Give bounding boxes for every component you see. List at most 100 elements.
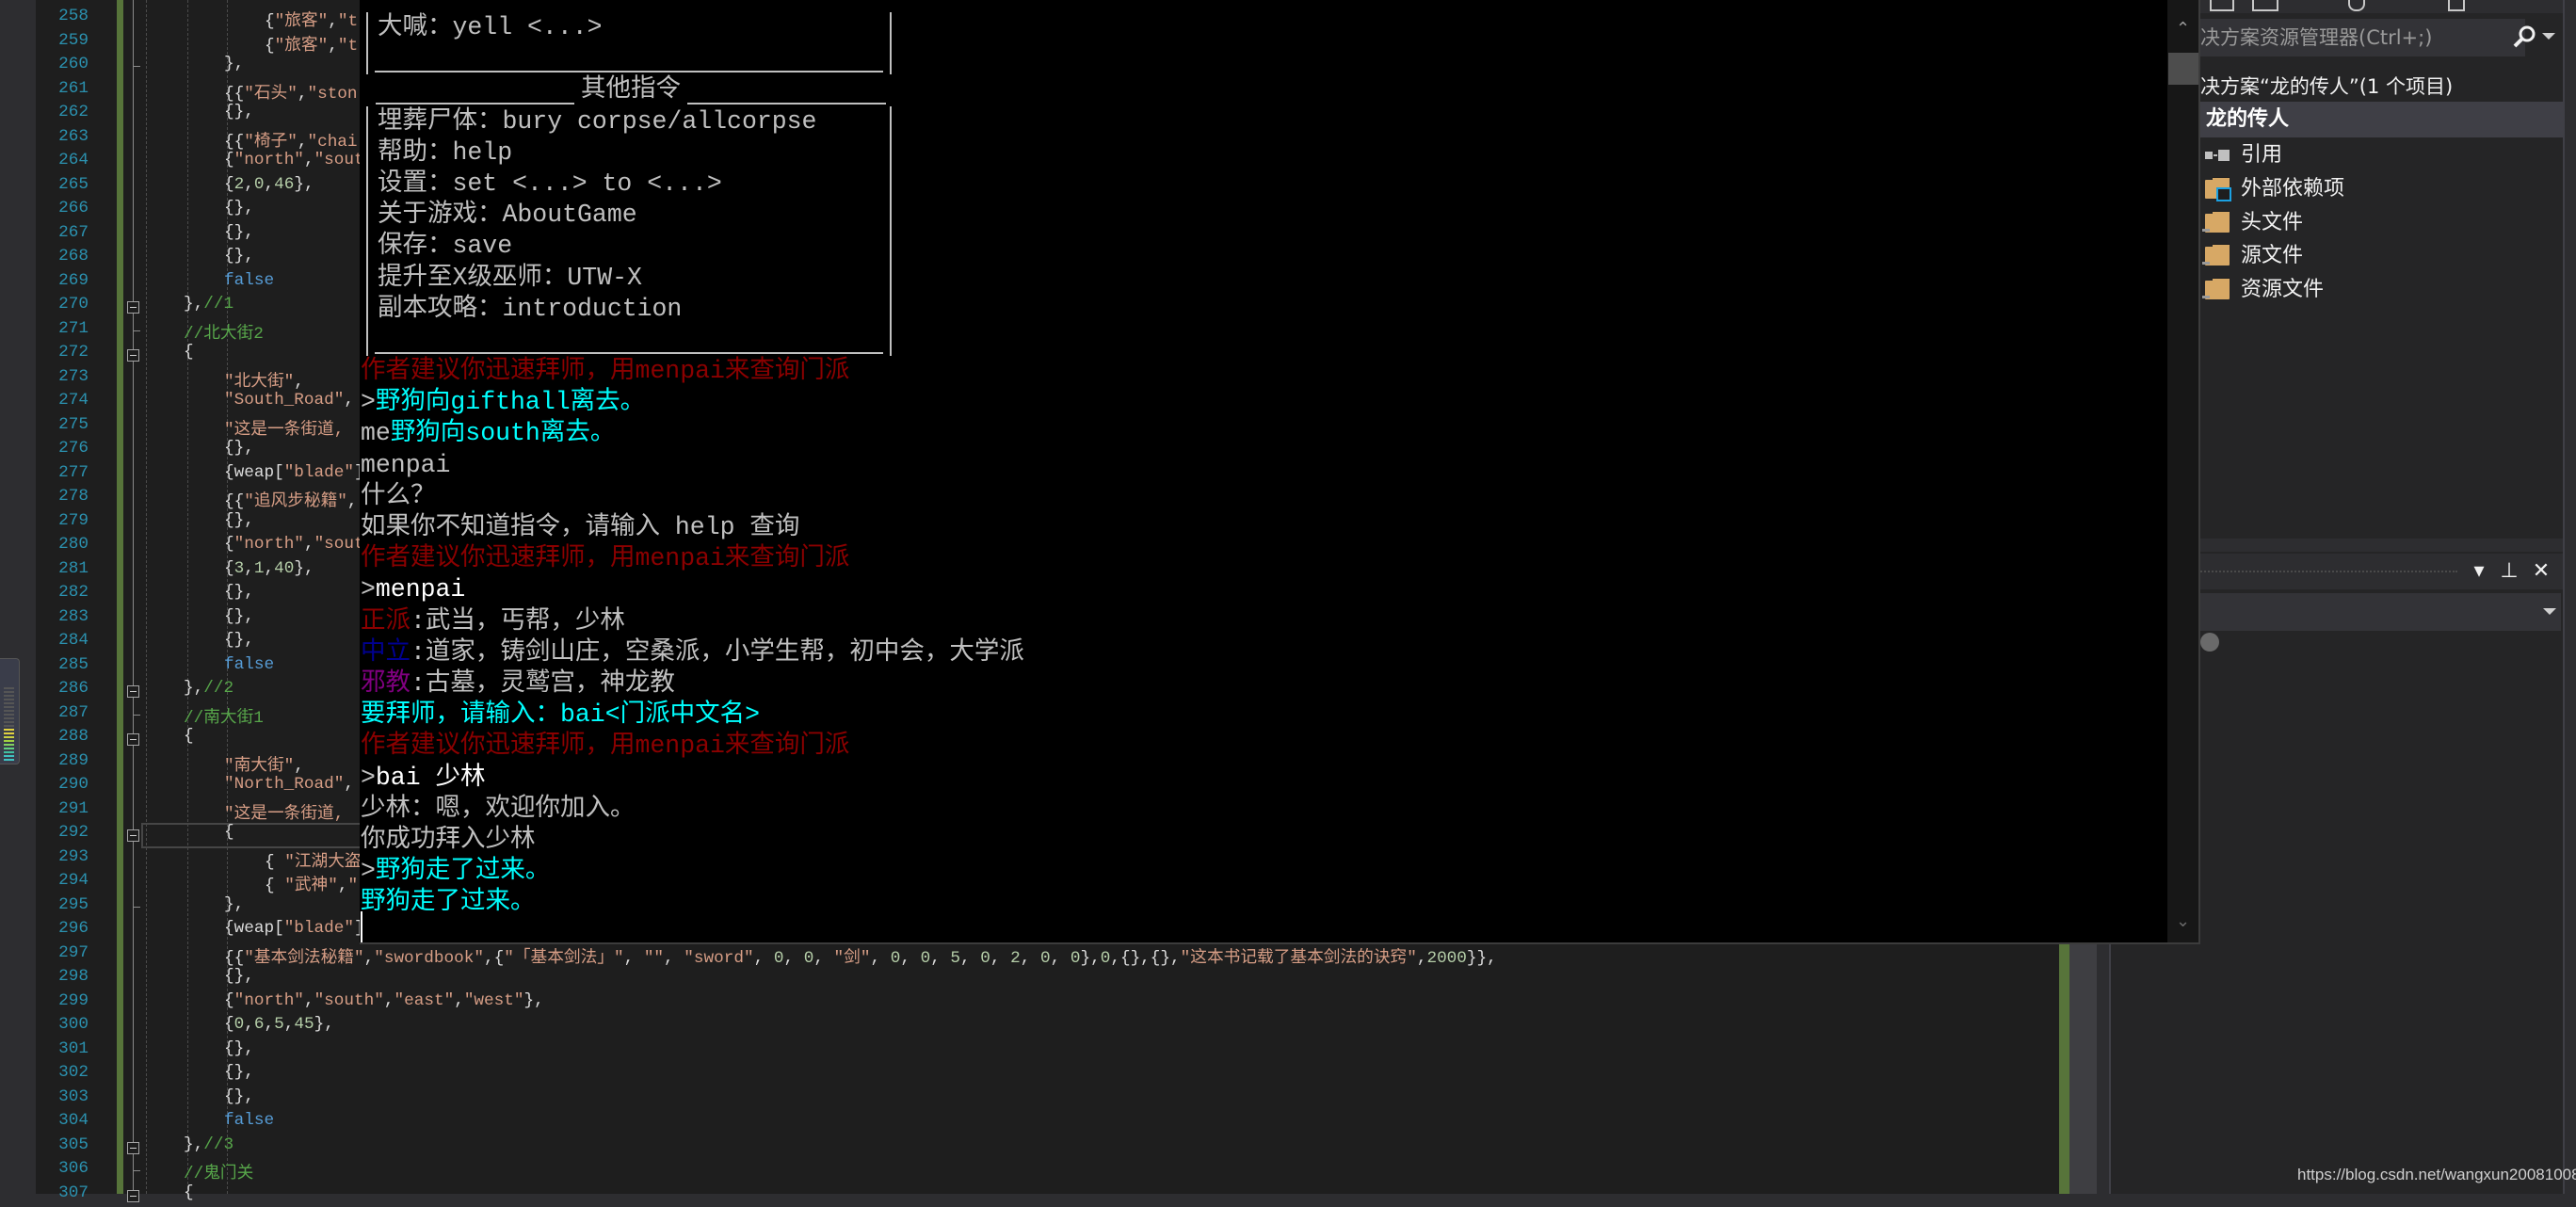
collapse-toggle-icon[interactable] (127, 1142, 139, 1154)
code-text[interactable]: {"north","sout (224, 535, 364, 554)
console-scroll-thumb[interactable] (2168, 53, 2198, 85)
tree-item-references[interactable]: 引用 (2203, 138, 2561, 172)
code-text[interactable]: {}, (224, 631, 254, 650)
refresh-icon[interactable] (2348, 0, 2365, 11)
collapse-toggle-icon[interactable] (127, 733, 139, 746)
code-token: }, (224, 895, 244, 914)
code-text[interactable]: {}, (224, 247, 254, 266)
close-icon[interactable]: ✕ (2529, 558, 2553, 585)
collapse-all-icon[interactable] (2448, 0, 2465, 11)
pin-icon[interactable]: ⊥ (2497, 558, 2521, 585)
tree-item-source-files[interactable]: 源文件 (2203, 239, 2561, 273)
code-token: , (304, 991, 314, 1010)
line-number: 265 (36, 175, 89, 194)
collapse-toggle-icon[interactable] (127, 1190, 139, 1202)
code-text[interactable]: {"north","south","east","west"}, (224, 991, 544, 1010)
code-text[interactable]: },//2 (184, 679, 233, 698)
code-text[interactable]: {}, (224, 439, 254, 458)
code-text[interactable]: {}, (224, 511, 254, 530)
code-text[interactable]: {3,1,40}, (224, 559, 314, 578)
search-options-dropdown-icon[interactable] (2542, 33, 2555, 40)
code-line[interactable]: 303{}, (36, 1087, 2059, 1112)
search-icon[interactable] (2511, 24, 2537, 50)
code-text[interactable]: {{"椅子","chai (224, 127, 358, 152)
property-pages-icon[interactable] (2200, 633, 2219, 652)
code-text[interactable]: false (224, 1111, 274, 1130)
code-text[interactable]: { (184, 1183, 194, 1202)
code-text[interactable]: { (184, 343, 194, 362)
code-text[interactable]: },//3 (184, 1135, 233, 1154)
code-text[interactable]: false (224, 655, 274, 674)
code-text[interactable]: "南大街", (224, 751, 304, 776)
code-text[interactable]: "South_Road", (224, 391, 354, 410)
code-text[interactable]: "这是一条街道, (224, 799, 344, 824)
code-text[interactable]: "北大街", (224, 367, 304, 392)
code-text[interactable]: {weap["blade"] (224, 463, 364, 482)
collapse-toggle-icon[interactable] (127, 829, 139, 842)
code-text[interactable]: "这是一条街道, (224, 415, 344, 440)
console-scrollbar[interactable] (2167, 0, 2198, 942)
switch-views-icon[interactable] (2252, 0, 2278, 11)
code-text[interactable]: {"north","sout (224, 151, 364, 169)
console-window[interactable]: 大喊：yell <...> 其他指令 埋葬尸体：bury corpse/allc… (360, 0, 2200, 944)
code-text[interactable]: {}, (224, 583, 254, 602)
code-text[interactable]: {weap["blade"] (224, 919, 364, 938)
code-text[interactable]: //鬼门关 (184, 1159, 253, 1183)
code-text[interactable]: { (224, 823, 234, 842)
code-text[interactable]: {}, (224, 223, 254, 242)
code-text[interactable]: {{"基本剑法秘籍","swordbook",{"「基本剑法」", "", "s… (224, 943, 1497, 968)
project-node[interactable]: 龙的传人 (2206, 102, 2289, 137)
code-text[interactable]: }, (224, 895, 244, 914)
code-text[interactable]: //南大街1 (184, 703, 264, 728)
home-icon[interactable] (2210, 0, 2234, 11)
console-text-segment: 正派 (361, 607, 411, 636)
code-line[interactable]: 305},//3 (36, 1135, 2059, 1160)
code-line[interactable]: 304false (36, 1111, 2059, 1135)
diagnostics-mini-map[interactable] (0, 658, 20, 764)
tree-item-external-dependencies[interactable]: 外部依赖项 (2203, 172, 2561, 206)
code-text[interactable]: { "江湖大盗 (265, 847, 362, 872)
code-text[interactable]: {}, (224, 607, 254, 626)
code-text[interactable]: {}, (224, 1087, 254, 1106)
collapse-toggle-icon[interactable] (127, 301, 139, 314)
solution-node[interactable]: 决方案“龙的传人”(1 个项目) (2200, 68, 2453, 105)
code-line[interactable]: 301{}, (36, 1039, 2059, 1064)
code-text[interactable]: {0,6,5,45}, (224, 1015, 334, 1034)
code-text[interactable]: }, (224, 55, 244, 73)
code-text[interactable]: false (224, 271, 274, 290)
code-line[interactable]: 298{}, (36, 967, 2059, 991)
code-text[interactable]: "North_Road", (224, 775, 354, 794)
code-line[interactable]: 307{ (36, 1183, 2059, 1207)
chevron-down-icon[interactable] (2543, 608, 2556, 615)
code-line[interactable]: 306//鬼门关 (36, 1159, 2059, 1183)
code-text[interactable]: {"旅客","t (265, 7, 358, 31)
code-text[interactable]: {}, (224, 199, 254, 217)
collapse-toggle-icon[interactable] (127, 349, 139, 362)
code-text[interactable]: { "武神"," (265, 871, 358, 895)
window-menu-dropdown-icon[interactable]: ▾ (2467, 558, 2491, 585)
scroll-up-arrow-icon[interactable]: ⌃ (2176, 19, 2190, 39)
search-placeholder[interactable]: 决方案资源管理器(Ctrl+;) (2200, 19, 2432, 56)
code-text[interactable]: {}, (224, 967, 254, 986)
code-line[interactable]: 300{0,6,5,45}, (36, 1015, 2059, 1039)
code-text[interactable]: {}, (224, 103, 254, 121)
code-text[interactable]: {"旅客","t (265, 31, 358, 56)
code-line[interactable]: 299{"north","south","east","west"}, (36, 991, 2059, 1016)
code-token: {{ (224, 133, 244, 152)
code-text[interactable]: {{"石头","ston (224, 79, 358, 104)
code-line[interactable]: 297{{"基本剑法秘籍","swordbook",{"「基本剑法」", "",… (36, 943, 2059, 968)
code-text[interactable]: { (184, 727, 194, 746)
tree-item-resource-files[interactable]: 资源文件 (2203, 273, 2561, 307)
code-text[interactable]: //北大街2 (184, 319, 264, 344)
collapse-toggle-icon[interactable] (127, 685, 139, 698)
tree-item-header-files[interactable]: 头文件 (2203, 206, 2561, 240)
code-text[interactable]: {}, (224, 1039, 254, 1058)
code-text[interactable]: {}, (224, 1063, 254, 1082)
code-text[interactable]: {{"追风步秘籍", (224, 487, 358, 511)
code-text[interactable]: },//1 (184, 295, 233, 314)
code-text[interactable]: {2,0,46}, (224, 175, 314, 194)
scroll-down-arrow-icon[interactable]: ⌄ (2176, 911, 2190, 931)
code-line[interactable]: 302{}, (36, 1063, 2059, 1087)
code-token: "sword" (684, 949, 753, 968)
console-text-segment: 作者建议你迅速拜师，用menpai来查询门派 (361, 357, 849, 385)
